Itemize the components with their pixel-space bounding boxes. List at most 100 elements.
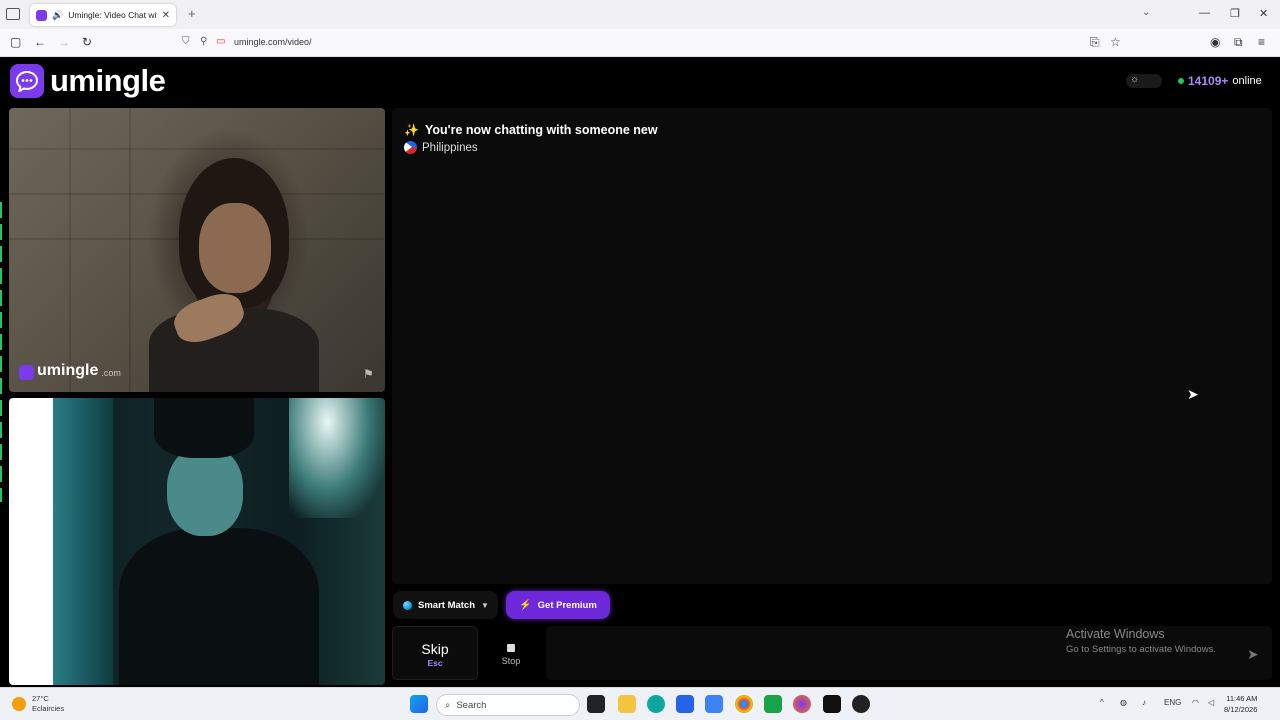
watermark-text: umingle	[37, 362, 99, 379]
philippines-flag-icon	[404, 141, 417, 154]
wifi-icon[interactable]: ◠	[1192, 698, 1199, 707]
store-icon[interactable]	[676, 695, 694, 713]
extensions-icon[interactable]: ⧉	[1234, 35, 1243, 50]
report-flag-icon[interactable]: ⚑	[363, 367, 374, 381]
left-edge-indicator	[0, 202, 2, 502]
watermark-suffix: .com	[101, 368, 121, 378]
lightning-icon: ⚡	[519, 599, 532, 611]
logo-text: umingle	[50, 63, 166, 98]
activate-subtitle: Go to Settings to activate Windows.	[1066, 644, 1216, 655]
self-cap	[154, 398, 254, 458]
volume-icon[interactable]: ◁	[1208, 698, 1214, 707]
firefox-icon[interactable]	[793, 695, 811, 713]
camera-sharing-icon[interactable]: ▭	[216, 36, 225, 47]
browser-tabbar: 🔊 Umingle: Video Chat with S ✕ + ⌄ — ❐ ✕	[0, 0, 1280, 29]
get-premium-label: Get Premium	[537, 599, 597, 611]
sidebar-toggle-icon[interactable]	[6, 8, 20, 20]
address-bar[interactable]: ⛉ ⚲ ▭ umingle.com/video/	[176, 32, 1130, 54]
skip-label: Skip	[421, 641, 449, 657]
app-icon[interactable]	[705, 695, 723, 713]
get-premium-button[interactable]: ⚡ Get Premium	[506, 591, 610, 619]
self-video-door	[53, 398, 113, 685]
chat-bubble-logo-icon	[10, 64, 44, 98]
microphone-icon[interactable]: ♪	[1142, 698, 1146, 707]
umingle-favicon-icon	[36, 9, 47, 21]
language-indicator[interactable]: ENG	[1164, 698, 1181, 707]
country-name: Philippines	[422, 141, 478, 154]
chat-status-line: ✨ You're now chatting with someone new	[404, 123, 658, 137]
umingle-page: umingle ☼ 14109+ online umingle .com ⚑ ✨…	[0, 57, 1280, 687]
online-counter: 14109+ online	[1178, 74, 1262, 88]
menu-icon[interactable]: ≡	[1258, 35, 1265, 49]
new-tab-button[interactable]: +	[188, 6, 196, 21]
back-arrow-icon[interactable]: ←	[34, 35, 46, 49]
stop-square-icon	[507, 644, 515, 652]
close-tab-icon[interactable]: ✕	[162, 10, 170, 21]
stranger-face	[199, 203, 271, 293]
tab-title: Umingle: Video Chat with S	[68, 10, 157, 20]
stranger-video: umingle .com ⚑	[9, 108, 385, 392]
forward-arrow-icon[interactable]: →	[58, 35, 70, 49]
app-notification-icon[interactable]	[852, 695, 870, 713]
clock-date: 8/12/2026	[1224, 705, 1258, 714]
chat-status-text: You're now chatting with someone new	[424, 123, 658, 137]
self-video-background	[9, 398, 53, 685]
self-video-light	[289, 398, 385, 518]
self-body	[119, 528, 319, 685]
browser-navbar: ▢ ← → ↻ ⛉ ⚲ ▭ umingle.com/video/ ⎘ ☆ ◉ ⧉…	[0, 29, 1280, 57]
reload-icon[interactable]: ↻	[82, 35, 92, 49]
online-count: 14109+	[1188, 74, 1229, 88]
browser-tab-umingle[interactable]: 🔊 Umingle: Video Chat with S ✕	[30, 4, 176, 26]
weather-desc: Eclaircies	[32, 704, 65, 713]
stranger-country: Philippines	[404, 141, 478, 154]
task-view-icon[interactable]	[587, 695, 605, 713]
xbox-icon[interactable]	[764, 695, 782, 713]
edge-icon[interactable]	[647, 695, 665, 713]
bookmark-star-icon[interactable]: ☆	[1110, 35, 1121, 49]
caret-down-icon: ▼	[481, 600, 489, 610]
translate-icon[interactable]: ⎘	[1090, 35, 1100, 50]
account-icon[interactable]: ◉	[1210, 35, 1220, 49]
sparkle-icon: ✨	[404, 123, 419, 137]
self-face	[167, 446, 243, 536]
online-label: online	[1232, 75, 1262, 87]
screen: 🔊 Umingle: Video Chat with S ✕ + ⌄ — ❐ ✕…	[0, 0, 1280, 720]
capcut-icon[interactable]	[823, 695, 841, 713]
clock-time: 11:46 AM	[1226, 694, 1258, 703]
speaker-icon[interactable]: 🔊	[52, 10, 63, 21]
smart-match-dropdown[interactable]: Smart Match ▼	[393, 591, 498, 619]
activate-title: Activate Windows	[1066, 627, 1165, 641]
file-explorer-icon[interactable]	[618, 695, 636, 713]
send-icon[interactable]: ➤	[1247, 646, 1259, 663]
stop-button[interactable]: Stop	[482, 626, 540, 680]
close-window-icon[interactable]: ✕	[1259, 7, 1268, 20]
url-text: umingle.com/video/	[234, 37, 312, 47]
tray-app-icon[interactable]: ◍	[1120, 698, 1127, 707]
tray-chevron-icon[interactable]: ^	[1100, 698, 1104, 707]
skip-shortcut: Esc	[427, 658, 443, 668]
search-icon: ⌕	[445, 699, 451, 711]
minimize-icon[interactable]: —	[1199, 7, 1210, 19]
watermark-logo-icon	[19, 365, 34, 380]
windows-start-icon[interactable]	[410, 695, 428, 713]
windows-taskbar: 27°C Eclaircies ⌕ Search ^ ◍ ♪ ENG ◠ ◁ 1…	[0, 687, 1280, 720]
taskbar-search[interactable]: ⌕ Search	[436, 694, 580, 716]
system-clock[interactable]: 11:46 AM 8/12/2026	[1224, 693, 1257, 715]
chrome-icon[interactable]	[735, 695, 753, 713]
shield-icon[interactable]: ⛉	[182, 36, 190, 47]
restore-icon[interactable]: ❐	[1230, 7, 1240, 20]
skip-button[interactable]: Skip Esc	[392, 626, 478, 680]
sidebar-icon[interactable]: ▢	[10, 35, 21, 49]
sun-icon: ☼	[1130, 74, 1140, 85]
smart-match-label: Smart Match	[418, 599, 476, 611]
video-watermark: umingle .com	[19, 362, 121, 380]
search-placeholder: Search	[456, 699, 487, 711]
online-status-dot	[1178, 78, 1184, 84]
weather-widget[interactable]: 27°C Eclaircies	[12, 694, 64, 714]
site-logo[interactable]: umingle	[10, 63, 166, 99]
permissions-icon[interactable]: ⚲	[200, 36, 207, 47]
theme-toggle[interactable]: ☼	[1126, 74, 1162, 88]
activate-windows-watermark: Activate Windows Go to Settings to activ…	[1066, 627, 1216, 655]
tab-list-chevron-icon[interactable]: ⌄	[1142, 7, 1150, 18]
mouse-cursor-icon: ➤	[1187, 386, 1199, 402]
